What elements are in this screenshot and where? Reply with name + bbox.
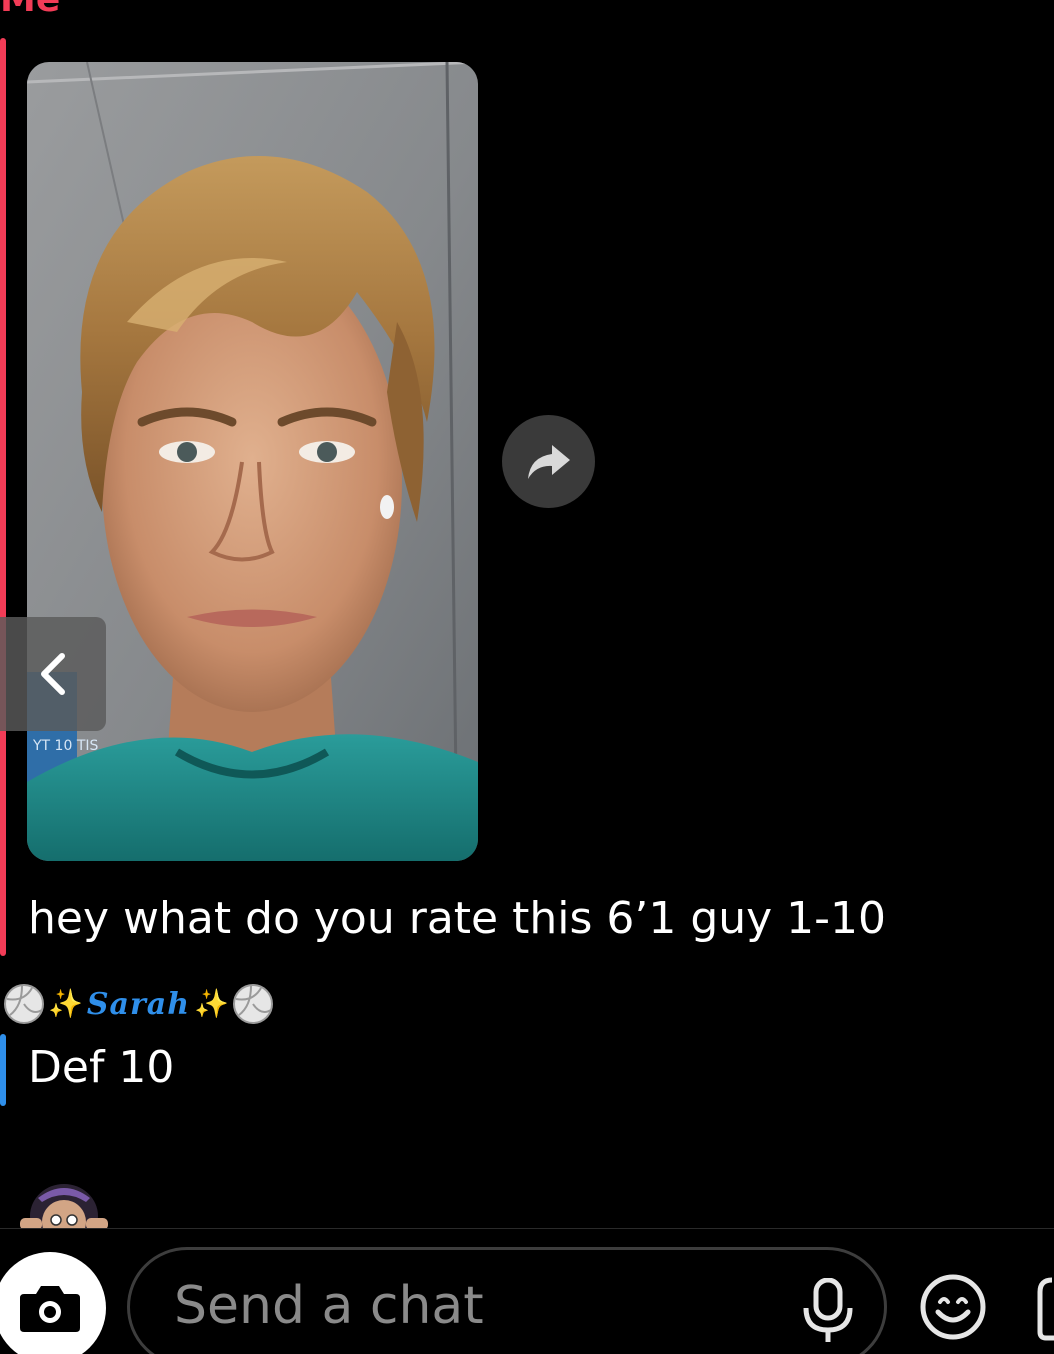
chat-input[interactable]: Send a chat <box>127 1247 887 1354</box>
volleyball-icon <box>232 984 273 1024</box>
sender-label-friend: ✨ Sarah ✨ <box>2 982 275 1026</box>
friend-name: Sarah <box>86 986 191 1022</box>
smiley-icon <box>920 1274 986 1340</box>
snap-photo[interactable]: YT 10 TIS <box>27 62 478 861</box>
sticker-icon <box>1037 1277 1054 1341</box>
emoji-button[interactable] <box>918 1272 988 1342</box>
volleyball-icon <box>4 984 44 1024</box>
back-button[interactable] <box>0 617 106 731</box>
friend-message-bar <box>0 1034 6 1106</box>
sender-label-me: Me <box>0 0 60 22</box>
share-arrow-icon <box>527 444 570 479</box>
message-friend-text: Def 10 <box>28 1042 175 1093</box>
snap-photo-image: YT 10 TIS <box>27 62 478 861</box>
sparkles-icon: ✨ <box>48 987 83 1020</box>
bitmoji-avatar <box>16 1176 112 1228</box>
chevron-left-icon <box>41 653 65 695</box>
camera-icon <box>20 1286 80 1332</box>
sparkles-icon: ✨ <box>194 987 229 1020</box>
sticker-button[interactable] <box>1036 1276 1054 1342</box>
me-message-bar <box>0 38 6 956</box>
chat-screen: Me <box>0 0 1054 1354</box>
microphone-icon <box>803 1277 853 1342</box>
sign-text: YT 10 TIS <box>32 738 98 754</box>
microphone-button[interactable] <box>800 1277 856 1344</box>
chat-input-placeholder: Send a chat <box>174 1276 484 1336</box>
camera-button[interactable] <box>0 1252 106 1354</box>
composer-divider <box>0 1228 1054 1229</box>
share-button[interactable] <box>502 415 595 508</box>
message-me-text: hey what do you rate this 6’1 guy 1-10 <box>28 893 887 944</box>
